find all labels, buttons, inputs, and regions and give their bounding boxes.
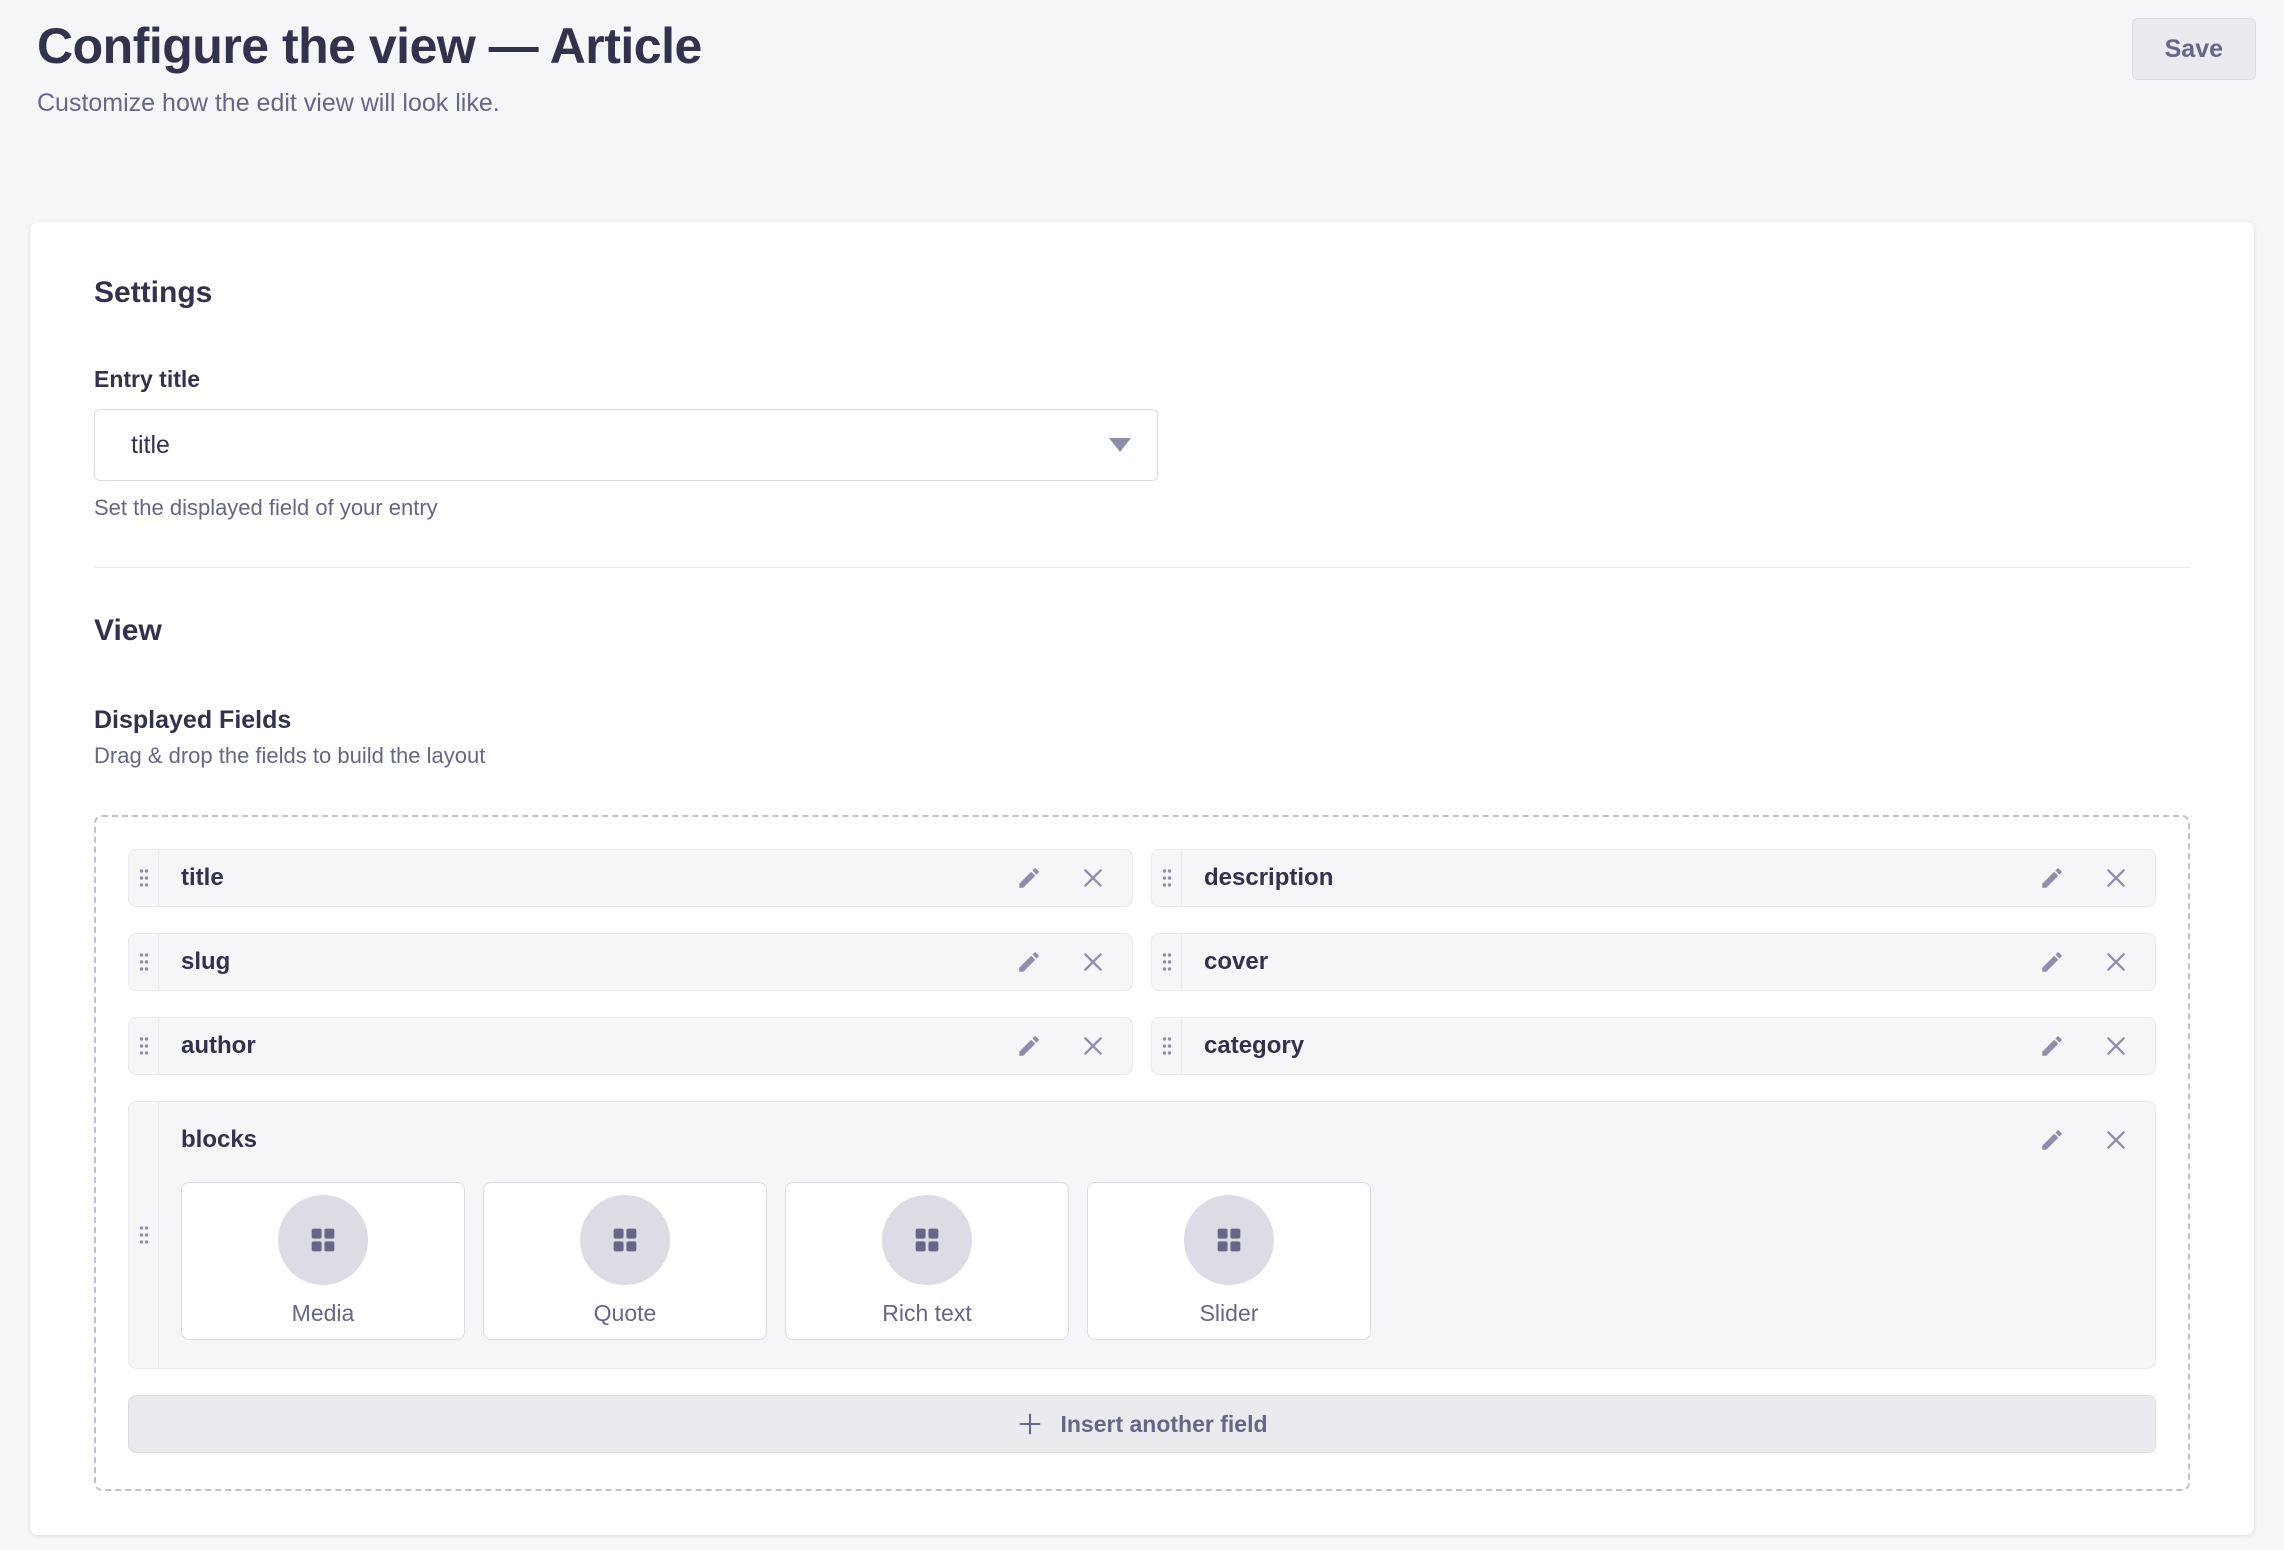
settings-heading: Settings [94,278,2190,308]
component-grid-icon [306,1223,340,1257]
pencil-icon [1016,949,1042,975]
component-circle [278,1195,368,1285]
drag-handle-icon [138,867,150,889]
component-circle [1184,1195,1274,1285]
component-circle [580,1195,670,1285]
close-icon [2103,865,2129,891]
field-name: author [159,1018,1016,1074]
field-card-category[interactable]: category [1151,1017,2156,1075]
drag-handle[interactable] [129,1102,159,1368]
remove-field-button[interactable] [2103,1018,2129,1074]
entry-title-select[interactable]: title [94,409,1158,481]
component-circle [882,1195,972,1285]
component-grid-icon [608,1223,642,1257]
edit-field-button[interactable] [2039,850,2065,906]
field-name: slug [159,934,1016,990]
field-card-blocks[interactable]: blocks M [128,1101,2156,1369]
insert-another-field-label: Insert another field [1060,1411,1267,1438]
view-section: View Displayed Fields Drag & drop the fi… [94,616,2190,1491]
pencil-icon [2039,1033,2065,1059]
drag-handle[interactable] [1152,1018,1182,1074]
entry-title-label: Entry title [94,366,2190,393]
fields-dropzone: title description [94,815,2190,1491]
field-name: blocks [181,1126,257,1154]
drag-handle-icon [138,1224,150,1246]
field-name: title [159,850,1016,906]
save-button[interactable]: Save [2132,18,2256,80]
edit-field-button[interactable] [1016,850,1042,906]
drag-handle[interactable] [129,850,159,906]
pencil-icon [2039,949,2065,975]
configuration-card: Settings Entry title title Set the displ… [30,222,2254,1535]
fields-grid: title description [128,849,2156,1075]
page-header: Configure the view — Article Save Custom… [0,0,2284,118]
field-name: category [1182,1018,2039,1074]
plus-icon [1016,1410,1044,1438]
component-card-slider: Slider [1087,1182,1371,1340]
component-label: Slider [1200,1300,1259,1327]
field-card-description[interactable]: description [1151,849,2156,907]
page-subtitle: Customize how the edit view will look li… [37,88,2256,118]
field-card-cover[interactable]: cover [1151,933,2156,991]
pencil-icon [1016,1033,1042,1059]
component-grid-icon [910,1223,944,1257]
close-icon [2103,1033,2129,1059]
displayed-fields-title: Displayed Fields [94,706,2190,735]
blocks-components: Media Quote Rich text [181,1182,2129,1340]
drag-handle-icon [138,951,150,973]
drag-handle-icon [1161,1035,1173,1057]
drag-handle-icon [1161,951,1173,973]
displayed-fields-hint: Drag & drop the fields to build the layo… [94,743,2190,769]
edit-field-button[interactable] [2039,934,2065,990]
entry-title-selected-value: title [131,431,170,460]
component-label: Media [292,1300,355,1327]
drag-handle-icon [138,1035,150,1057]
remove-field-button[interactable] [2103,850,2129,906]
field-card-slug[interactable]: slug [128,933,1133,991]
component-label: Rich text [882,1300,971,1327]
drag-handle[interactable] [1152,934,1182,990]
close-icon [1080,949,1106,975]
remove-field-button[interactable] [2103,1127,2129,1153]
component-label: Quote [594,1300,657,1327]
drag-handle[interactable] [1152,850,1182,906]
pencil-icon [2039,1127,2065,1153]
field-name: cover [1182,934,2039,990]
remove-field-button[interactable] [1080,1018,1106,1074]
insert-another-field-button[interactable]: Insert another field [128,1395,2156,1453]
close-icon [1080,1033,1106,1059]
close-icon [2103,1127,2129,1153]
entry-title-field: Entry title title Set the displayed fiel… [94,366,2190,521]
displayed-fields-header: Displayed Fields Drag & drop the fields … [94,706,2190,769]
entry-title-hint: Set the displayed field of your entry [94,495,2190,521]
remove-field-button[interactable] [1080,934,1106,990]
pencil-icon [1016,865,1042,891]
field-card-author[interactable]: author [128,1017,1133,1075]
field-name: description [1182,850,2039,906]
pencil-icon [2039,865,2065,891]
chevron-down-icon [1109,438,1131,452]
close-icon [2103,949,2129,975]
field-card-title[interactable]: title [128,849,1133,907]
drag-handle[interactable] [129,1018,159,1074]
blocks-content: blocks M [159,1102,2155,1368]
remove-field-button[interactable] [2103,934,2129,990]
view-heading: View [94,616,2190,646]
close-icon [1080,865,1106,891]
component-card-media: Media [181,1182,465,1340]
component-card-quote: Quote [483,1182,767,1340]
drag-handle[interactable] [129,934,159,990]
component-card-rich-text: Rich text [785,1182,1069,1340]
remove-field-button[interactable] [1080,850,1106,906]
edit-field-button[interactable] [1016,1018,1042,1074]
page-title: Configure the view — Article [37,16,702,76]
edit-field-button[interactable] [1016,934,1042,990]
edit-field-button[interactable] [2039,1127,2065,1153]
drag-handle-icon [1161,867,1173,889]
settings-section: Settings Entry title title Set the displ… [94,278,2190,521]
component-grid-icon [1212,1223,1246,1257]
edit-field-button[interactable] [2039,1018,2065,1074]
section-divider [94,567,2190,568]
